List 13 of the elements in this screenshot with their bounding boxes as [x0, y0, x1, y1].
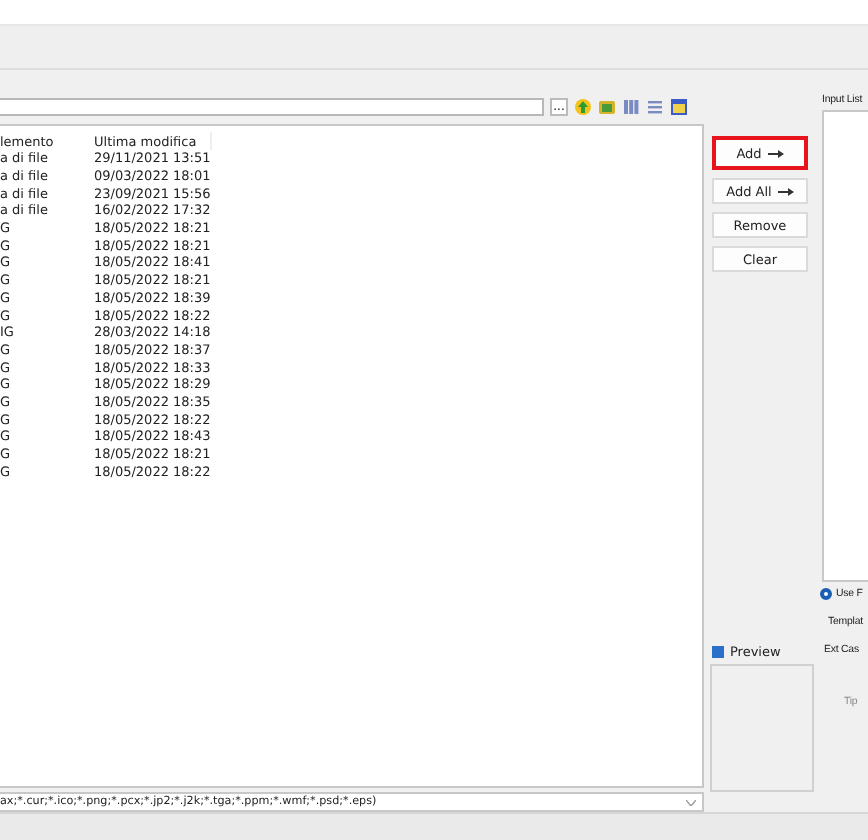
grid-view-icon[interactable] — [670, 98, 688, 116]
list-view-icon[interactable] — [646, 98, 664, 116]
folder-icon[interactable] — [598, 98, 616, 116]
input-list[interactable] — [822, 110, 868, 582]
up-arrow-icon[interactable] — [574, 98, 592, 116]
use-radio[interactable] — [820, 588, 832, 600]
preview-checkbox[interactable] — [712, 646, 724, 658]
preview-area — [710, 664, 814, 792]
right-arrow-icon — [767, 149, 784, 157]
dropdown-caret-icon — [686, 799, 696, 805]
right-arrow-icon — [777, 187, 794, 195]
columns-view-icon[interactable] — [622, 98, 640, 116]
path-field[interactable] — [0, 98, 544, 116]
